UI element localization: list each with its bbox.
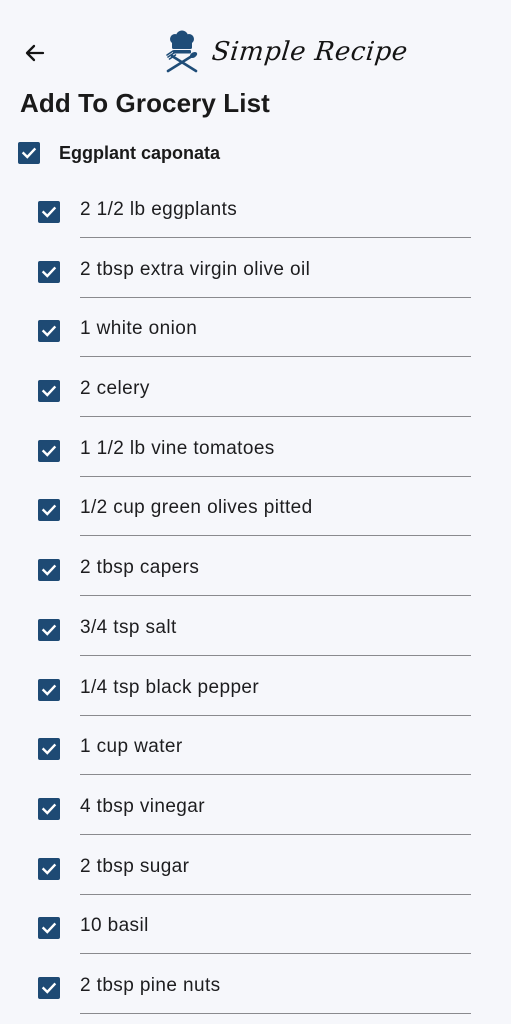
- check-icon: [41, 982, 57, 994]
- divider: [80, 356, 471, 358]
- check-icon: [41, 624, 57, 636]
- recipe-name: Eggplant caponata: [59, 142, 221, 163]
- brand-logo: Simple Recipe: [162, 30, 410, 74]
- check-icon: [41, 922, 57, 934]
- ingredient-item[interactable]: 1 white onion: [0, 301, 511, 361]
- recipe-select-all-row[interactable]: Eggplant caponata: [18, 140, 220, 166]
- ingredient-label: 1/4 tsp black pepper: [80, 676, 260, 698]
- divider: [80, 475, 471, 477]
- check-icon: [41, 743, 57, 755]
- ingredient-checkbox[interactable]: [38, 260, 60, 283]
- ingredient-checkbox[interactable]: [38, 439, 60, 462]
- ingredient-checkbox[interactable]: [38, 201, 60, 223]
- ingredient-checkbox[interactable]: [38, 320, 60, 343]
- divider: [80, 296, 471, 298]
- chef-hat-crossed-utensils-icon: [166, 30, 198, 73]
- ingredient-label: 2 tbsp sugar: [80, 855, 190, 877]
- ingredient-label: 10 basil: [80, 915, 149, 937]
- ingredient-item[interactable]: 4 tbsp vinegar: [0, 779, 511, 839]
- ingredient-label: 2 celery: [80, 378, 150, 400]
- ingredient-label: 1 1/2 lb vine tomatoes: [80, 437, 275, 459]
- ingredient-item[interactable]: 1 cup water: [0, 719, 511, 779]
- ingredient-label: 2 tbsp extra virgin olive oil: [80, 258, 311, 280]
- divider: [80, 595, 471, 597]
- divider: [80, 654, 471, 656]
- ingredient-label: 1 cup water: [80, 736, 183, 758]
- ingredient-label: 3/4 tsp salt: [80, 616, 177, 638]
- divider: [80, 237, 471, 238]
- ingredient-checkbox[interactable]: [38, 499, 60, 522]
- ingredient-item[interactable]: 2 tbsp capers: [0, 540, 511, 600]
- ingredient-checkbox[interactable]: [38, 797, 60, 820]
- ingredient-list: 2 1/2 lb eggplants 2 tbsp extra virgin o…: [0, 182, 511, 1018]
- ingredient-checkbox[interactable]: [38, 917, 60, 940]
- divider: [80, 833, 471, 835]
- check-icon: [41, 684, 57, 696]
- divider: [80, 774, 471, 776]
- ingredient-item[interactable]: 3/4 tsp salt: [0, 600, 511, 660]
- app-bar: Simple Recipe: [0, 0, 511, 82]
- check-icon: [41, 803, 57, 815]
- divider: [80, 953, 471, 955]
- brand-name: Simple Recipe: [210, 37, 410, 67]
- ingredient-item[interactable]: 2 1/2 lb eggplants: [0, 182, 511, 242]
- check-icon: [41, 564, 57, 576]
- ingredient-checkbox[interactable]: [38, 618, 60, 641]
- divider: [80, 714, 471, 716]
- ingredient-item[interactable]: 1/4 tsp black pepper: [0, 660, 511, 720]
- ingredient-item[interactable]: 2 celery: [0, 361, 511, 421]
- back-button[interactable]: [20, 38, 50, 68]
- ingredient-label: 2 1/2 lb eggplants: [80, 199, 238, 220]
- ingredient-checkbox[interactable]: [38, 380, 60, 403]
- ingredient-label: 1 white onion: [80, 318, 198, 340]
- check-icon: [41, 385, 57, 397]
- ingredient-item[interactable]: 2 tbsp sugar: [0, 839, 511, 899]
- ingredient-item[interactable]: 1 1/2 lb vine tomatoes: [0, 421, 511, 481]
- divider: [80, 893, 471, 895]
- check-icon: [41, 505, 57, 517]
- page-title: Add To Grocery List: [20, 88, 270, 118]
- check-icon: [41, 863, 57, 875]
- check-icon: [41, 325, 57, 338]
- check-icon: [21, 147, 37, 159]
- ingredient-label: 2 tbsp pine nuts: [80, 974, 221, 996]
- divider: [80, 416, 471, 418]
- ingredient-item[interactable]: 2 tbsp pine nuts: [0, 958, 511, 1018]
- ingredient-checkbox[interactable]: [38, 678, 60, 701]
- check-icon: [41, 206, 57, 218]
- ingredient-checkbox[interactable]: [38, 857, 60, 880]
- ingredient-checkbox[interactable]: [38, 976, 60, 999]
- check-icon: [41, 266, 57, 278]
- check-icon: [41, 445, 57, 457]
- ingredient-checkbox[interactable]: [38, 738, 60, 761]
- ingredient-item[interactable]: 10 basil: [0, 898, 511, 958]
- divider: [80, 1012, 471, 1014]
- ingredient-label: 1/2 cup green olives pitted: [80, 497, 313, 519]
- ingredient-item[interactable]: 1/2 cup green olives pitted: [0, 480, 511, 540]
- ingredient-item[interactable]: 2 tbsp extra virgin olive oil: [0, 242, 511, 302]
- ingredient-label: 2 tbsp capers: [80, 557, 200, 579]
- ingredient-checkbox[interactable]: [38, 559, 60, 582]
- ingredient-label: 4 tbsp vinegar: [80, 795, 205, 817]
- recipe-checkbox[interactable]: [18, 142, 40, 164]
- arrow-left-icon: [25, 44, 45, 62]
- divider: [80, 535, 471, 537]
